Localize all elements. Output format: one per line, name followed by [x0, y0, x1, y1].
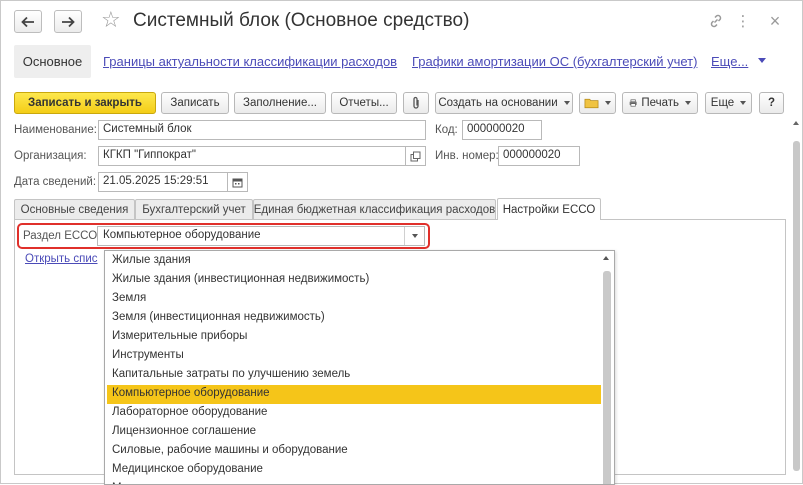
- print-label: Печать: [641, 97, 679, 109]
- tab-esso-settings[interactable]: Настройки ЕССО: [497, 198, 601, 220]
- folder-icon: [584, 98, 599, 109]
- section-link-depreciation-schedules[interactable]: Графики амортизации ОС (бухгалтерский уч…: [412, 54, 697, 69]
- create-based-on-button[interactable]: Создать на основании: [435, 92, 573, 114]
- list-item[interactable]: Лабораторное оборудование: [107, 404, 601, 423]
- attach-button[interactable]: [403, 92, 429, 114]
- open-list-link[interactable]: Открыть спис: [25, 253, 98, 265]
- list-item-selected[interactable]: Компьютерное оборудование: [107, 385, 601, 404]
- chevron-down-icon: [758, 58, 766, 63]
- info-date-label: Дата сведений:: [14, 176, 97, 188]
- arrow-right-icon: [62, 16, 75, 27]
- info-date-field[interactable]: 21.05.2025 15:29:51: [98, 172, 228, 192]
- section-link-classification-bounds[interactable]: Границы актуальности классификации расхо…: [103, 54, 397, 69]
- list-item[interactable]: Силовые, рабочие машины и оборудование: [107, 442, 601, 461]
- save-button[interactable]: Записать: [161, 92, 229, 114]
- more-vertical-icon[interactable]: ⋮: [734, 11, 752, 31]
- inventory-number-field[interactable]: 000000020: [498, 146, 580, 166]
- inventory-number-label: Инв. номер:: [435, 150, 499, 162]
- fill-button[interactable]: Заполнение...: [234, 92, 326, 114]
- printer-icon: [629, 99, 637, 107]
- code-label: Код:: [435, 124, 458, 136]
- forward-button[interactable]: [54, 10, 82, 33]
- list-item[interactable]: Капитальные затраты по улучшению земель: [107, 366, 601, 385]
- scroll-up-icon[interactable]: [793, 121, 799, 125]
- folder-menu-button[interactable]: [579, 92, 616, 114]
- open-window-icon: [410, 151, 421, 161]
- window-scrollbar-thumb[interactable]: [793, 141, 800, 471]
- page-title: Системный блок (Основное средство): [133, 10, 470, 31]
- list-item[interactable]: М: [107, 480, 601, 484]
- list-item[interactable]: Земля (инвестиционная недвижимость): [107, 309, 601, 328]
- scrollbar-thumb[interactable]: [603, 271, 611, 484]
- tab-accounting[interactable]: Бухгалтерский учет: [135, 199, 253, 220]
- chevron-down-icon: [740, 101, 747, 105]
- tab-main-info[interactable]: Основные сведения: [14, 199, 135, 220]
- arrow-left-icon: [21, 16, 34, 27]
- list-item[interactable]: Жилые здания: [107, 252, 601, 271]
- more-actions-button[interactable]: Еще: [705, 92, 752, 114]
- favorite-star-icon[interactable]: ☆: [101, 9, 121, 31]
- print-button[interactable]: Печать: [622, 92, 698, 114]
- back-button[interactable]: [14, 10, 42, 33]
- create-based-on-label: Создать на основании: [438, 97, 558, 109]
- list-item[interactable]: Жилые здания (инвестиционная недвижимост…: [107, 271, 601, 290]
- close-icon[interactable]: ×: [766, 11, 784, 31]
- list-item[interactable]: Земля: [107, 290, 601, 309]
- dropdown-scrollbar[interactable]: [602, 253, 612, 484]
- chevron-down-icon: [605, 101, 611, 105]
- section-more-link[interactable]: Еще...: [711, 54, 748, 69]
- esso-dropdown-list[interactable]: Жилые здания Жилые здания (инвестиционна…: [104, 250, 615, 485]
- save-and-close-button[interactable]: Записать и закрыть: [14, 92, 156, 114]
- calendar-icon: [232, 178, 243, 187]
- open-organization-button[interactable]: [406, 146, 426, 166]
- list-item[interactable]: Инструменты: [107, 347, 601, 366]
- app-window: ☆ Системный блок (Основное средство) ⋮ ×…: [0, 0, 803, 485]
- link-icon[interactable]: [707, 11, 725, 31]
- help-button[interactable]: ?: [759, 92, 784, 114]
- organization-field[interactable]: КГКП "Гиппократ": [98, 146, 406, 166]
- organization-label: Организация:: [14, 150, 87, 162]
- scroll-up-icon[interactable]: [603, 256, 609, 260]
- reports-button[interactable]: Отчеты...: [331, 92, 397, 114]
- list-item[interactable]: Измерительные приборы: [107, 328, 601, 347]
- name-field[interactable]: Системный блок: [98, 120, 426, 140]
- tab-budget-classification[interactable]: Единая бюджетная классификация расходов: [253, 199, 496, 220]
- section-main[interactable]: Основное: [14, 45, 91, 78]
- more-actions-label: Еще: [710, 97, 735, 109]
- highlight-outline: [17, 223, 430, 249]
- name-label: Наименование:: [14, 124, 97, 136]
- chevron-down-icon: [685, 101, 691, 105]
- code-field[interactable]: 000000020: [462, 120, 542, 140]
- list-item[interactable]: Медицинское оборудование: [107, 461, 601, 480]
- paperclip-icon: [413, 96, 419, 109]
- calendar-button[interactable]: [228, 172, 248, 192]
- chevron-down-icon: [563, 101, 570, 105]
- list-item[interactable]: Лицензионное соглашение: [107, 423, 601, 442]
